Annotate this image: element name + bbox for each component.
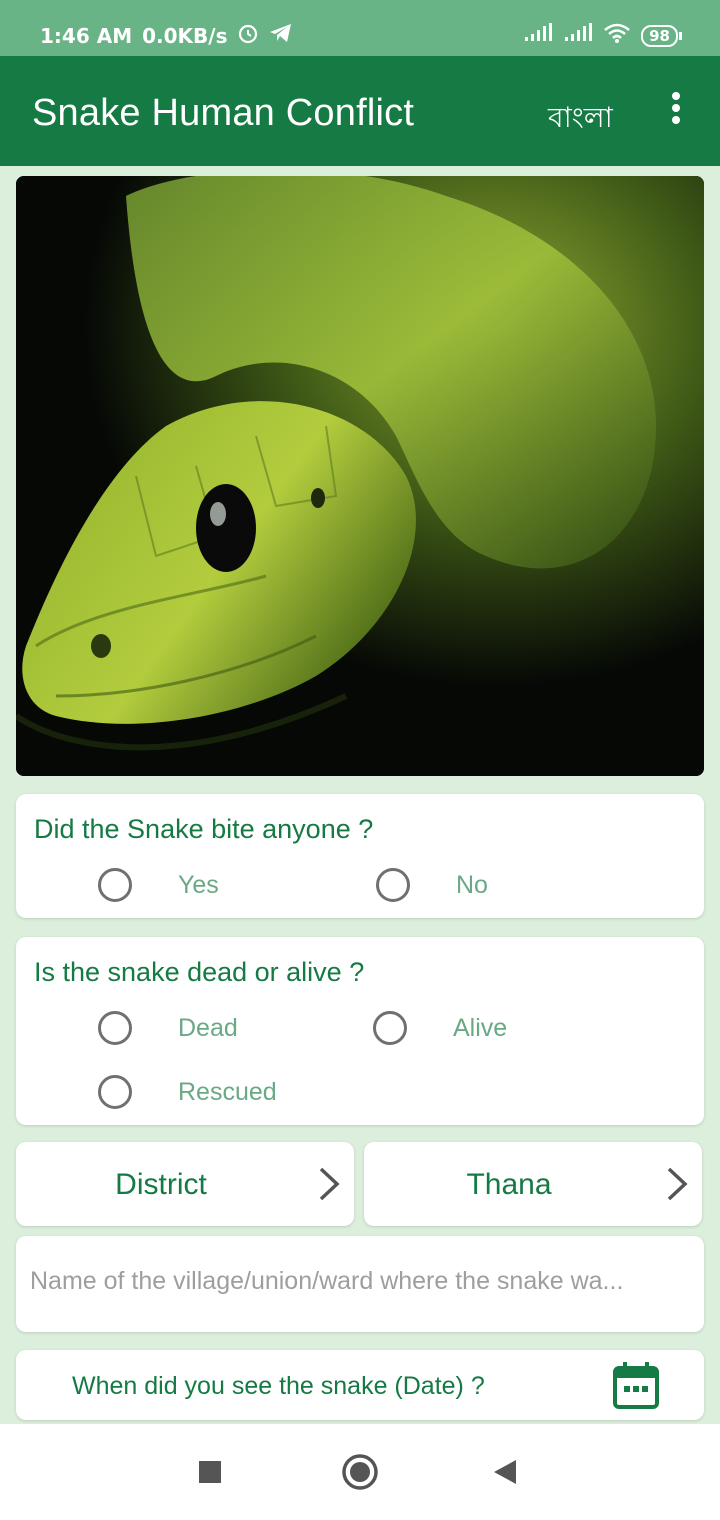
state-alive-radio[interactable]: Alive <box>373 1011 507 1045</box>
state-dead-radio[interactable]: Dead <box>98 1011 238 1045</box>
state-rescued-label: Rescued <box>178 1077 277 1106</box>
radio-circle-icon <box>376 868 410 902</box>
date-label: When did you see the snake (Date) ? <box>72 1372 485 1400</box>
status-bar: 1:46 AM 0.0KB/s 98 <box>0 0 720 56</box>
thana-label: Thana <box>466 1168 552 1201</box>
recents-square-icon[interactable] <box>198 1460 222 1489</box>
date-picker-field[interactable]: When did you see the snake (Date) ? <box>16 1350 704 1420</box>
state-question-card: Is the snake dead or alive ? Dead Alive … <box>16 937 704 1125</box>
bite-question-card: Did the Snake bite anyone ? Yes No <box>16 794 704 918</box>
state-dead-label: Dead <box>178 1013 238 1042</box>
state-rescued-radio[interactable]: Rescued <box>98 1075 277 1109</box>
bite-no-label: No <box>456 870 488 899</box>
signal-icon <box>563 23 593 48</box>
calendar-icon[interactable] <box>612 1360 660 1415</box>
snake-hero-image <box>16 176 704 776</box>
signal-icon <box>523 23 553 48</box>
radio-circle-icon <box>98 1075 132 1109</box>
battery-icon: 98 <box>641 24 682 47</box>
radio-circle-icon <box>98 1011 132 1045</box>
status-time: 1:46 AM <box>40 23 133 48</box>
district-selector[interactable]: District <box>16 1142 354 1226</box>
chevron-right-icon <box>316 1166 342 1207</box>
battery-level: 98 <box>641 24 678 47</box>
app-title: Snake Human Conflict <box>32 92 415 134</box>
home-circle-icon[interactable] <box>340 1452 380 1497</box>
status-net-speed: 0.0KB/s <box>142 23 228 48</box>
bite-no-radio[interactable]: No <box>376 868 488 902</box>
telegram-icon <box>269 22 293 49</box>
bite-yes-label: Yes <box>178 870 219 899</box>
bite-question-title: Did the Snake bite anyone ? <box>34 814 374 844</box>
state-question-title: Is the snake dead or alive ? <box>34 957 365 987</box>
bite-yes-radio[interactable]: Yes <box>98 868 219 902</box>
district-label: District <box>115 1168 207 1201</box>
chevron-right-icon <box>664 1166 690 1207</box>
village-input-card <box>16 1236 704 1332</box>
app-bar: Snake Human Conflict বাংলা <box>0 56 720 166</box>
language-toggle-button[interactable]: বাংলা <box>548 96 613 143</box>
wifi-icon <box>603 22 631 49</box>
overflow-menu-icon[interactable] <box>668 92 684 132</box>
state-alive-label: Alive <box>453 1013 508 1042</box>
alarm-icon <box>237 22 259 49</box>
radio-circle-icon <box>98 868 132 902</box>
back-triangle-icon[interactable] <box>492 1458 518 1491</box>
village-input[interactable] <box>28 1266 698 1297</box>
radio-circle-icon <box>373 1011 407 1045</box>
system-nav-bar <box>0 1424 720 1520</box>
thana-selector[interactable]: Thana <box>364 1142 702 1226</box>
